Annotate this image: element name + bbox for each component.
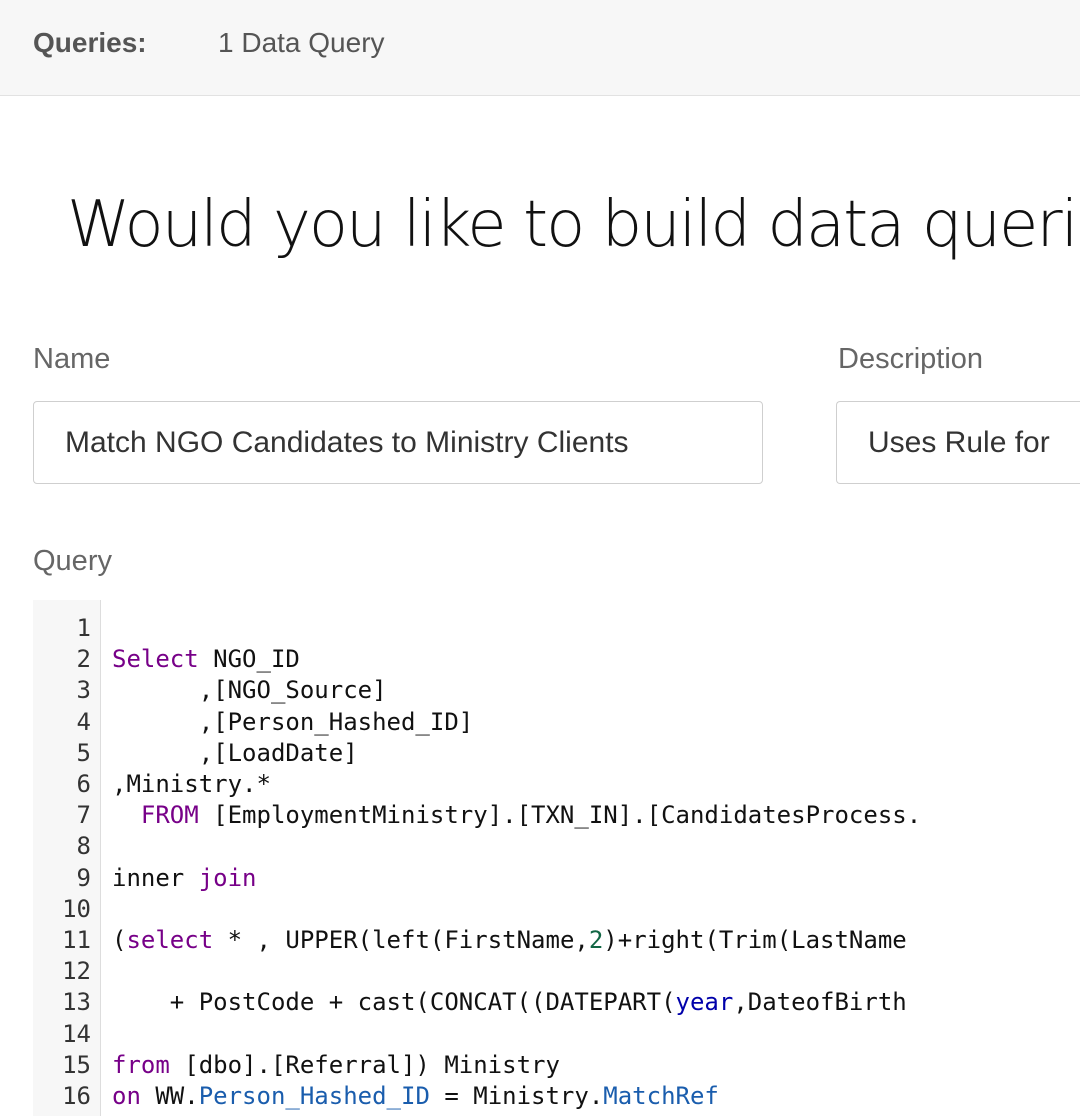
name-label: Name [33,343,111,375]
code-text: ,[Person_Hashed_ID] [112,707,474,738]
query-label: Query [33,545,112,577]
code-token: ,[LoadDate] [112,738,358,767]
line-number: 14 [62,1019,91,1048]
code-line[interactable]: 15 from [dbo].[Referral]) Ministry [33,1050,1080,1081]
code-token: ,[NGO_Source] [112,676,387,705]
code-token: inner [112,863,199,892]
line-number: 9 [76,863,91,892]
code-token: = Ministry. [429,1082,604,1110]
line-number: 13 [62,988,91,1017]
code-token: on [112,1082,141,1110]
code-text: ,[LoadDate] [112,738,358,769]
code-text: (select * , UPPER(left(FirstName,2)+righ… [112,925,907,956]
code-token: * , UPPER(left(FirstName, [213,926,589,954]
line-number: 16 [62,1082,91,1110]
code-line[interactable]: 13 + PostCode + cast(CONCAT((DATEPART(ye… [33,987,1080,1018]
code-token: year [675,988,734,1017]
code-line[interactable]: 16 on WW.Person_Hashed_ID = Ministry.Matc… [33,1081,1080,1112]
line-number: 8 [76,832,91,861]
code-line[interactable]: 1 [33,613,1080,644]
code-token: MatchRef [603,1082,719,1110]
code-token: WW. [140,1082,199,1110]
code-line[interactable]: 3 ,[NGO_Source] [33,675,1080,706]
code-line[interactable]: 7 FROM [EmploymentMinistry].[TXN_IN].[Ca… [33,800,1080,831]
code-token: NGO_ID [198,645,300,674]
queries-label: Queries: [33,27,147,58]
line-number: 15 [62,1050,91,1079]
name-input[interactable]: Match NGO Candidates to Ministry Clients [33,401,763,484]
code-line[interactable]: 9 inner join [33,863,1080,894]
code-line[interactable]: 8 [33,831,1080,862]
code-line[interactable]: 14 [33,1019,1080,1050]
code-token: Select [112,645,199,674]
line-number: 4 [76,707,91,736]
queries-count[interactable]: 1 Data Query [218,27,385,59]
line-number: 7 [76,801,91,830]
code-token: ( [112,926,127,954]
code-text: FROM [EmploymentMinistry].[TXN_IN].[Cand… [112,800,921,831]
code-token: [EmploymentMinistry].[TXN_IN].[Candidate… [198,801,922,830]
line-number: 2 [76,645,91,674]
line-number: 10 [62,894,91,923]
code-text: Select NGO_ID [112,644,300,675]
code-text: inner join [112,863,257,894]
line-number: 5 [76,738,91,767]
code-text: from [dbo].[Referral]) Ministry [112,1050,560,1081]
code-line[interactable]: 5 ,[LoadDate] [33,738,1080,769]
code-token: from [112,1050,170,1079]
code-text: + PostCode + cast(CONCAT((DATEPART(year,… [112,987,907,1018]
code-text: on WW.Person_Hashed_ID = Ministry.MatchR… [112,1081,719,1112]
code-token: 2 [588,926,604,954]
line-number: 3 [76,676,91,705]
code-line[interactable]: 4 ,[Person_Hashed_ID] [33,707,1080,738]
page-heading: Would you like to build data querie [67,188,1080,262]
code-token: join [198,863,257,892]
code-token: )+right(Trim(LastName [603,926,907,954]
code-token: Person_Hashed_ID [198,1082,430,1110]
code-line[interactable]: 2 Select NGO_ID [33,644,1080,675]
line-number: 6 [76,770,91,798]
code-token: ,[Person_Hashed_ID] [112,707,474,736]
code-text: ,Ministry.* [112,769,271,800]
code-line[interactable]: 6 ,Ministry.* [33,769,1080,800]
code-token: [dbo].[Referral]) Ministry [169,1050,560,1079]
query-code-editor[interactable]: 1 2 Select NGO_ID 3 ,[NGO_Source] 4 ,[Person… [33,600,1080,1116]
code-line[interactable]: 11 (select * , UPPER(left(FirstName,2)+ri… [33,925,1080,956]
code-token: + PostCode + cast(CONCAT((DATEPART( [112,988,676,1017]
code-token: ,Ministry.* [112,770,271,798]
description-input[interactable]: Uses Rule for [836,401,1080,484]
code-token: ,DateofBirth [733,988,907,1017]
description-label: Description [838,343,984,375]
line-number: 11 [62,926,91,954]
code-token: select [126,926,214,954]
queries-header-bar: Queries: 1 Data Query [0,0,1080,96]
code-token: FROM [140,801,199,830]
line-number: 1 [76,614,91,642]
code-line[interactable]: 12 [33,956,1080,987]
code-text: ,[NGO_Source] [112,675,387,706]
code-line[interactable]: 10 [33,894,1080,925]
line-number: 12 [62,957,91,986]
